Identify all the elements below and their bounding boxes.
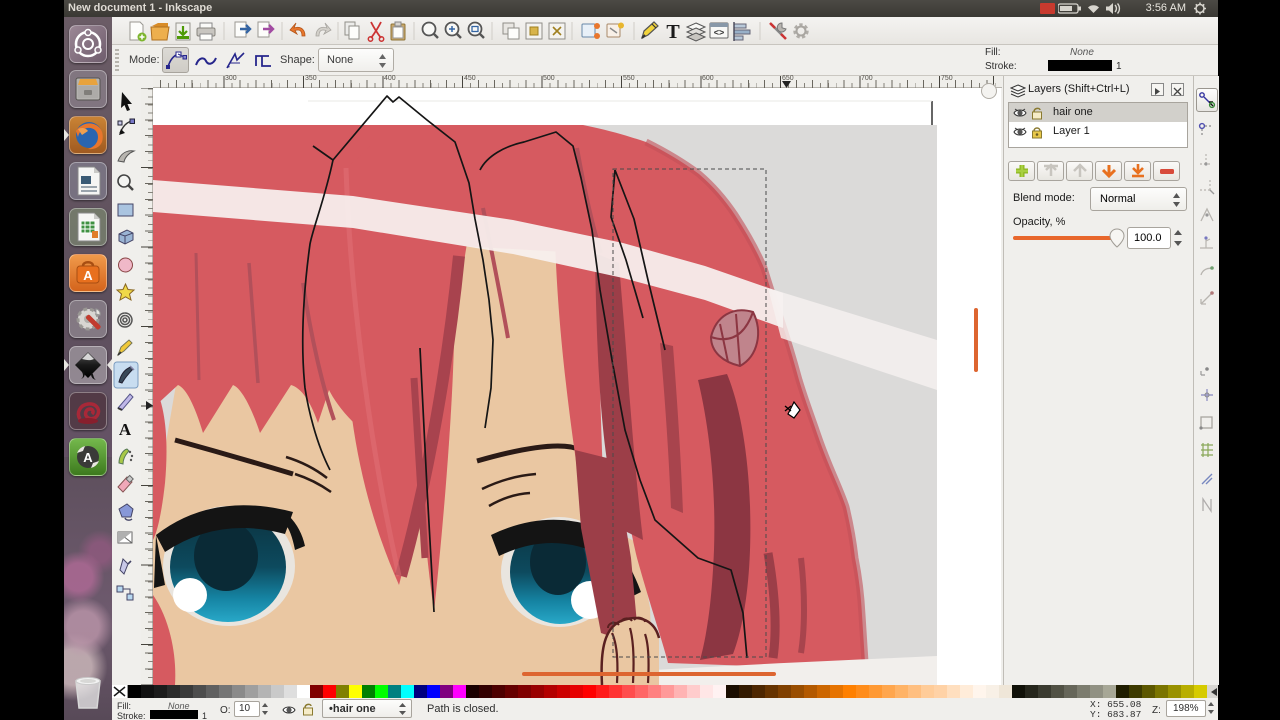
svg-text:A: A	[83, 450, 93, 465]
svg-text:<>: <>	[714, 28, 725, 38]
svg-text:T: T	[666, 21, 680, 43]
svg-text:A: A	[83, 268, 93, 283]
svg-text:A: A	[119, 420, 132, 439]
